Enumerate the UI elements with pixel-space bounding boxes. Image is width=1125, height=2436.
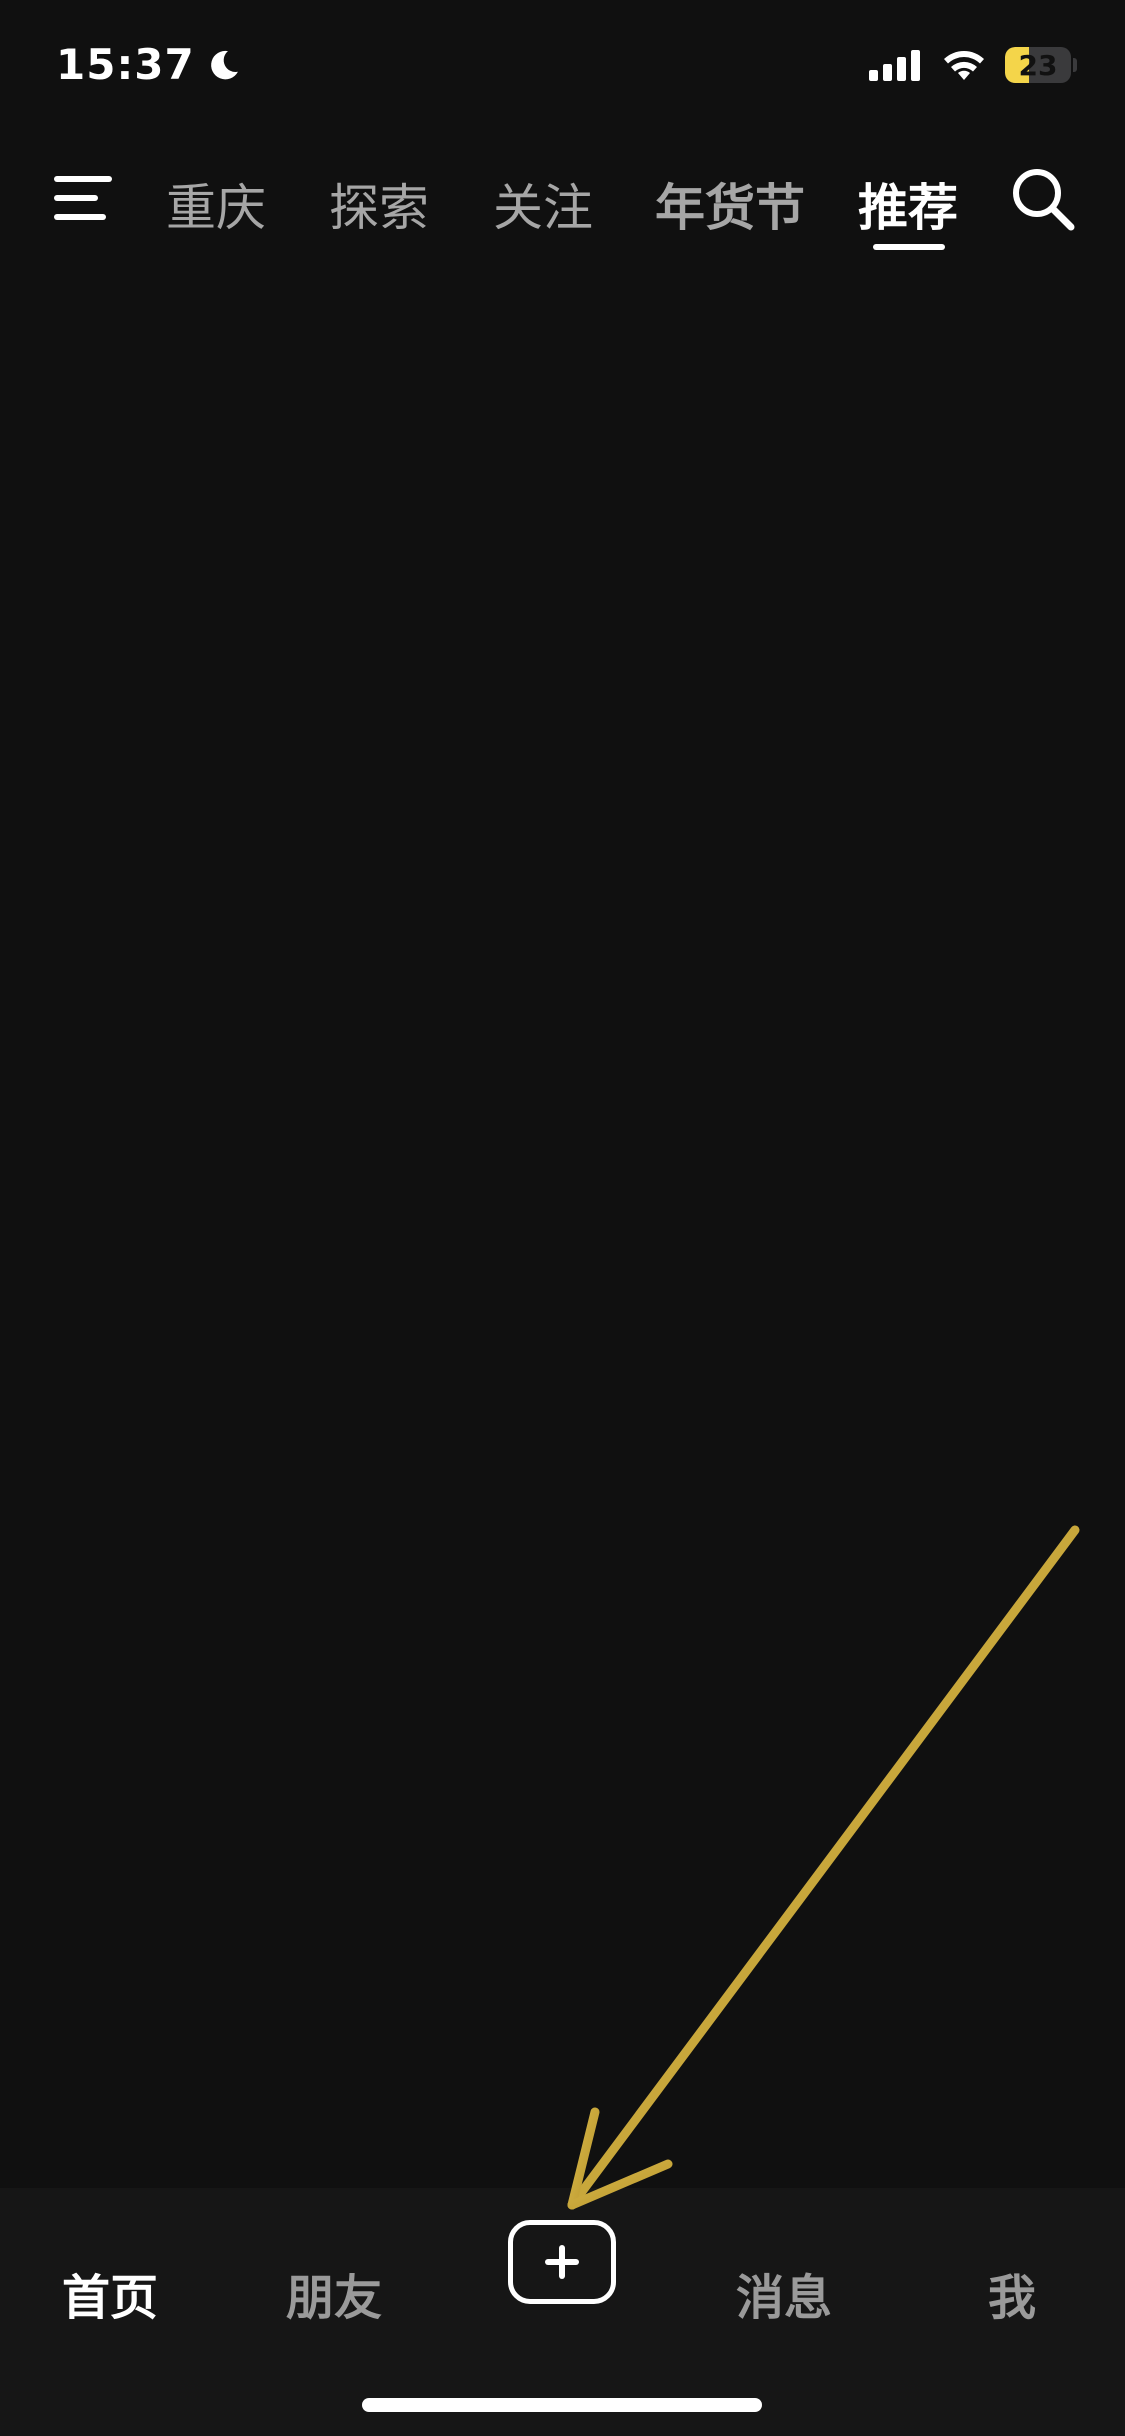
- active-tab-indicator: [873, 244, 945, 250]
- bottom-tab-me[interactable]: 我: [988, 2258, 1036, 2328]
- video-feed[interactable]: [0, 260, 1125, 2188]
- bottom-tab-bar: 首页 朋友 消息 我: [0, 2188, 1125, 2436]
- battery-body: 23: [1005, 47, 1071, 83]
- top-nav: 重庆 探索 关注 年货节 推荐: [0, 150, 1125, 260]
- tab-explore[interactable]: 探索: [329, 168, 429, 240]
- battery-level: 23: [1018, 48, 1058, 82]
- plus-icon: [545, 2245, 579, 2279]
- bottom-tab-messages[interactable]: 消息: [736, 2258, 832, 2328]
- bottom-tab-home[interactable]: 首页: [62, 2258, 158, 2328]
- tab-following[interactable]: 关注: [493, 168, 593, 240]
- home-indicator: [362, 2398, 762, 2412]
- tab-recommended[interactable]: 推荐: [858, 168, 958, 240]
- add-button[interactable]: [508, 2220, 616, 2304]
- status-time: 15:37: [56, 40, 195, 89]
- menu-icon[interactable]: [52, 172, 114, 224]
- status-time-group: 15:37: [56, 40, 243, 89]
- bottom-tab-friends[interactable]: 朋友: [286, 2258, 382, 2328]
- wifi-icon: [944, 51, 984, 80]
- battery-tip: [1073, 58, 1077, 72]
- status-icons: 23: [867, 46, 1077, 84]
- tab-chongqing[interactable]: 重庆: [166, 168, 266, 240]
- status-bar: 15:37 23: [0, 0, 1125, 140]
- battery-icon: 23: [1005, 46, 1077, 84]
- tab-new-year-festival[interactable]: 年货节: [655, 168, 805, 240]
- search-icon[interactable]: [1008, 164, 1078, 234]
- moon-icon: [210, 50, 238, 79]
- signal-icon: [869, 50, 920, 81]
